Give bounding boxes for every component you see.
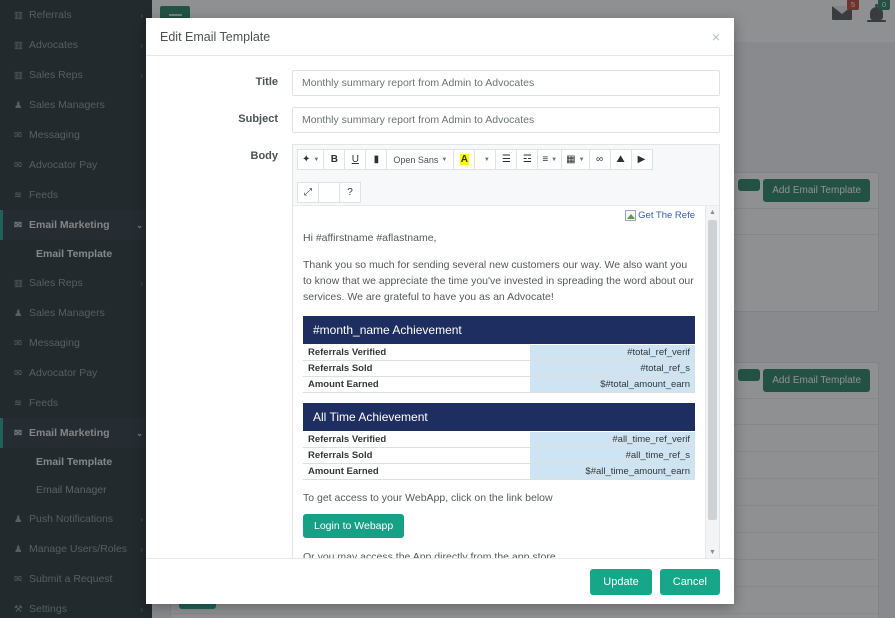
- ordered-list-icon[interactable]: ☲: [516, 149, 539, 170]
- editor-content: Get The Refe Hi #affirstname #aflastname…: [293, 206, 705, 558]
- email-greeting: Hi #affirstname #aflastname,: [303, 232, 437, 244]
- clear-format-icon[interactable]: ▮: [365, 149, 388, 170]
- modal-body: Title Monthly summary report from Admin …: [146, 56, 734, 558]
- achievement-row: Referrals Verified #total_ref_verif: [303, 345, 695, 361]
- close-icon[interactable]: ×: [712, 30, 720, 44]
- achievement-key: Referrals Sold: [303, 447, 531, 464]
- video-icon[interactable]: ▶: [630, 149, 653, 170]
- help-icon[interactable]: ?: [339, 182, 361, 203]
- chevron-down-icon: ▼: [483, 156, 490, 163]
- achievement-row: Amount Earned $#all_time_amount_earn: [303, 463, 695, 480]
- appstore-line: Or you may access the App directly from …: [303, 551, 556, 558]
- achievement-key: Referrals Verified: [303, 432, 531, 448]
- image-icon[interactable]: ⛰: [609, 149, 632, 170]
- achievement-key: Amount Earned: [303, 463, 531, 480]
- editor-toolbar: ✦ ▼ B U ▮ Open Sans ▼ A ▼ ☰ ☲ ≡ ▼ ▦ ▼ ∞ ⛰ ▶ ⤢?: [293, 145, 719, 206]
- update-button[interactable]: Update: [590, 568, 652, 595]
- fullscreen-icon[interactable]: ⤢: [297, 182, 319, 203]
- title-field-row: Title Monthly summary report from Admin …: [160, 70, 720, 96]
- cancel-button[interactable]: Cancel: [659, 568, 720, 595]
- scroll-down-icon[interactable]: ▼: [706, 546, 719, 558]
- achievement-key: Amount Earned: [303, 376, 531, 393]
- achievement-row: Amount Earned $#total_amount_earn: [303, 376, 695, 393]
- magic-wand-icon[interactable]: ✦ ▼: [297, 149, 325, 170]
- edit-email-template-modal: Edit Email Template × Title Monthly summ…: [146, 18, 734, 604]
- chevron-down-icon: ▼: [551, 156, 558, 163]
- achievement-value: $#all_time_amount_earn: [530, 463, 695, 480]
- month-achievement-header: #month_name Achievement: [303, 316, 695, 344]
- achievement-row: Referrals Sold #all_time_ref_s: [303, 447, 695, 464]
- alltime-achievement-header: All Time Achievement: [303, 403, 695, 431]
- chevron-down-icon: ▼: [441, 156, 448, 163]
- editor-content-area[interactable]: Get The Refe Hi #affirstname #aflastname…: [293, 206, 719, 558]
- achievement-key: Referrals Verified: [303, 345, 531, 361]
- code-view-icon[interactable]: [318, 182, 340, 203]
- scroll-thumb[interactable]: [708, 220, 717, 520]
- chevron-down-icon: ▼: [578, 156, 585, 163]
- toolbar-row-1: ✦ ▼ B U ▮ Open Sans ▼ A ▼ ☰ ☲ ≡ ▼ ▦ ▼ ∞ ⛰ ▶: [297, 149, 653, 170]
- unordered-list-icon[interactable]: ☰: [495, 149, 518, 170]
- subject-input[interactable]: Monthly summary report from Admin to Adv…: [292, 107, 720, 133]
- modal-footer: Update Cancel: [146, 558, 734, 604]
- body-label: Body: [250, 150, 279, 162]
- subject-field-row: Subject Monthly summary report from Admi…: [160, 107, 720, 133]
- email-header-image: Get The Refe: [303, 206, 695, 230]
- achievement-key: Referrals Sold: [303, 360, 531, 377]
- scroll-up-icon[interactable]: ▲: [706, 206, 719, 218]
- rich-text-editor: ✦ ▼ B U ▮ Open Sans ▼ A ▼ ☰ ☲ ≡ ▼ ▦ ▼ ∞ ⛰ ▶ ⤢? Get The Re…: [292, 144, 720, 558]
- title-input[interactable]: Monthly summary report from Admin to Adv…: [292, 70, 720, 96]
- table-icon[interactable]: ▦ ▼: [561, 149, 590, 170]
- app-root: ▥Referrals›▥Advocates›▥Sales Reps›♟Sales…: [0, 0, 895, 618]
- achievement-value: #all_time_ref_verif: [530, 432, 695, 448]
- email-paragraph: Thank you so much for sending several ne…: [303, 259, 694, 303]
- font-family-select[interactable]: Open Sans ▼: [386, 149, 455, 170]
- modal-header: Edit Email Template ×: [146, 18, 734, 56]
- align-icon[interactable]: ≡ ▼: [537, 149, 563, 170]
- body-field-row: Body ✦ ▼ B U ▮ Open Sans ▼ A ▼ ☰ ☲ ≡ ▼ ▦ ▼ ∞ ⛰ ▶ ⤢?: [160, 144, 720, 558]
- chevron-down-icon: ▼: [313, 156, 320, 163]
- body-editor-wrapper: ✦ ▼ B U ▮ Open Sans ▼ A ▼ ☰ ☲ ≡ ▼ ▦ ▼ ∞ ⛰ ▶ ⤢? Get The Re…: [292, 144, 720, 558]
- editor-vertical-scrollbar[interactable]: ▲ ▼: [705, 206, 719, 558]
- achievement-row: Referrals Sold #total_ref_s: [303, 360, 695, 377]
- broken-image-placeholder: Get The Refe: [625, 210, 695, 221]
- text-color-button[interactable]: A: [453, 149, 476, 170]
- subject-label: Subject: [238, 113, 278, 125]
- title-label: Title: [255, 76, 278, 88]
- underline-button[interactable]: U: [344, 149, 367, 170]
- broken-image-icon: [625, 210, 637, 221]
- webapp-line: To get access to your WebApp, click on t…: [303, 492, 553, 504]
- achievement-value: $#total_amount_earn: [530, 376, 695, 393]
- text-color-dropdown[interactable]: ▼: [474, 149, 497, 170]
- alltime-achievement-table: Referrals Verified #all_time_ref_verif Ref…: [303, 432, 695, 480]
- achievement-value: #total_ref_verif: [530, 345, 695, 361]
- link-icon[interactable]: ∞: [588, 149, 611, 170]
- modal-title: Edit Email Template: [160, 29, 271, 44]
- month-achievement-table: Referrals Verified #total_ref_verif Referr…: [303, 345, 695, 393]
- image-alt-text: Get The Refe: [638, 210, 695, 221]
- bold-button[interactable]: B: [323, 149, 346, 170]
- login-to-webapp-button[interactable]: Login to Webapp: [303, 514, 405, 538]
- achievement-row: Referrals Verified #all_time_ref_verif: [303, 432, 695, 448]
- achievement-value: #total_ref_s: [530, 360, 695, 377]
- toolbar-row-2: ⤢?: [297, 182, 361, 203]
- achievement-value: #all_time_ref_s: [530, 447, 695, 464]
